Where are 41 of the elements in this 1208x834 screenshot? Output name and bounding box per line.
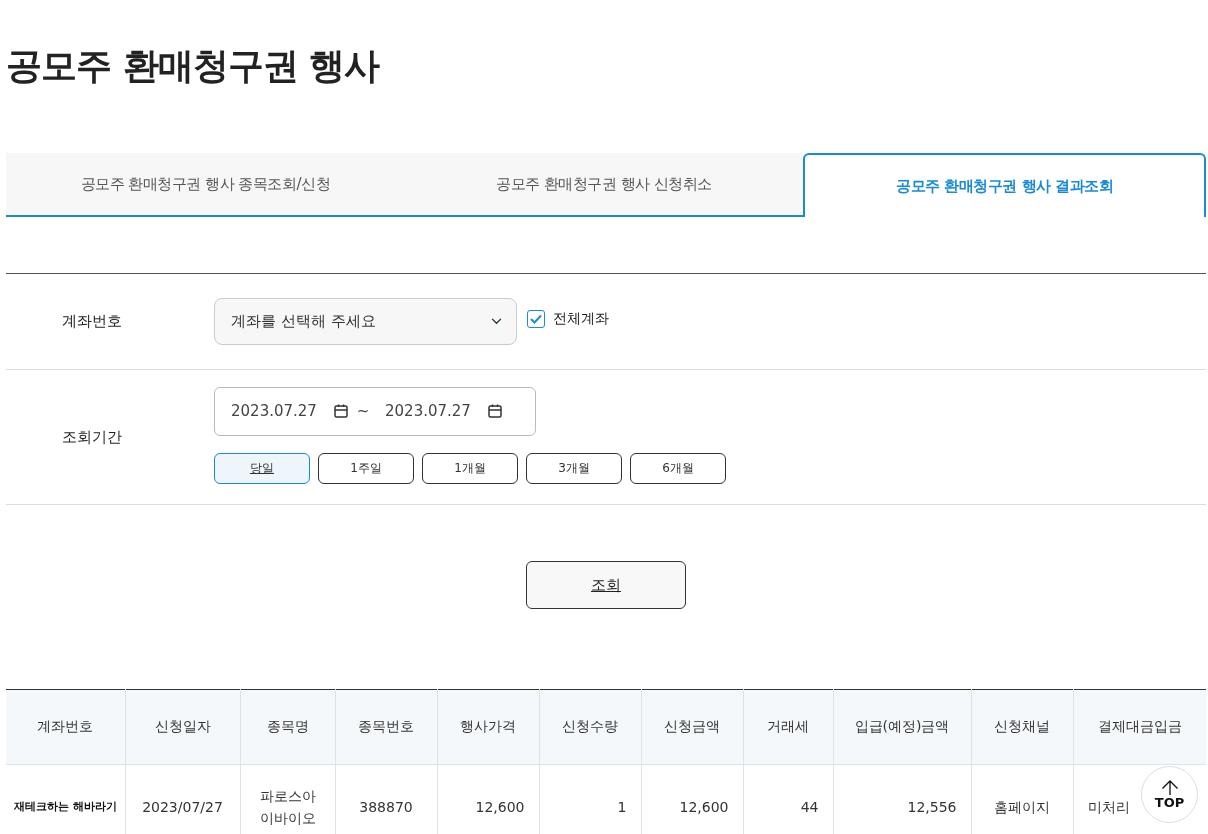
column-header: 행사가격 bbox=[437, 689, 539, 765]
column-header: 종목명 bbox=[240, 689, 335, 765]
table-cell: 12,556 bbox=[833, 764, 971, 834]
tab[interactable]: 공모주 환매청구권 행사 결과조회 bbox=[803, 153, 1206, 217]
period-button[interactable]: 당일 bbox=[214, 452, 310, 484]
account-select[interactable]: 계좌를 선택해 주세요 bbox=[214, 298, 517, 345]
page-title: 공모주 환매청구권 행사 bbox=[6, 44, 380, 88]
table-cell: 파로스아이바이오 bbox=[240, 764, 335, 834]
checkbox-label: 전체계좌 bbox=[553, 309, 609, 328]
table-cell: 재테크하는 해바라기 bbox=[6, 764, 125, 834]
column-header: 계좌번호 bbox=[6, 689, 125, 765]
field-label: 계좌번호 bbox=[61, 312, 123, 331]
column-header: 결제대금입금 bbox=[1073, 689, 1206, 765]
calendar-icon[interactable] bbox=[333, 403, 349, 419]
column-header: 종목번호 bbox=[335, 689, 437, 765]
table-cell: 1 bbox=[539, 764, 641, 834]
period-button[interactable]: 1개월 bbox=[422, 452, 518, 484]
table-cell: 12,600 bbox=[641, 764, 743, 834]
date-range-field[interactable]: 2023.07.27 ~ 2023.07.27 bbox=[214, 386, 536, 436]
checkbox[interactable] bbox=[527, 309, 545, 328]
table-cell: 44 bbox=[743, 764, 833, 834]
tab[interactable]: 공모주 환매청구권 행사 종목조회/신청 bbox=[6, 153, 405, 217]
chevron-down-icon bbox=[491, 318, 502, 325]
table-cell: 388870 bbox=[335, 764, 437, 834]
period-button[interactable]: 1주일 bbox=[318, 452, 414, 484]
column-header: 거래세 bbox=[743, 689, 833, 765]
table-cell: 홈페이지 bbox=[971, 764, 1073, 834]
column-header: 신청금액 bbox=[641, 689, 743, 765]
period-button[interactable]: 3개월 bbox=[526, 452, 622, 484]
column-header: 신청일자 bbox=[125, 689, 240, 765]
column-header: 신청수량 bbox=[539, 689, 641, 765]
search-button[interactable]: 조회 bbox=[526, 561, 686, 609]
period-button[interactable]: 6개월 bbox=[630, 452, 726, 484]
tab[interactable]: 공모주 환매청구권 행사 신청취소 bbox=[404, 153, 804, 217]
top-button[interactable]: TOP bbox=[1141, 766, 1198, 823]
table-cell: 2023/07/27 bbox=[125, 764, 240, 834]
calendar-icon[interactable] bbox=[487, 403, 503, 419]
field-label: 조회기간 bbox=[61, 427, 123, 447]
column-header: 입급(예정)금액 bbox=[833, 689, 971, 765]
table-cell: 12,600 bbox=[437, 764, 539, 834]
column-header: 신청채널 bbox=[971, 689, 1073, 765]
